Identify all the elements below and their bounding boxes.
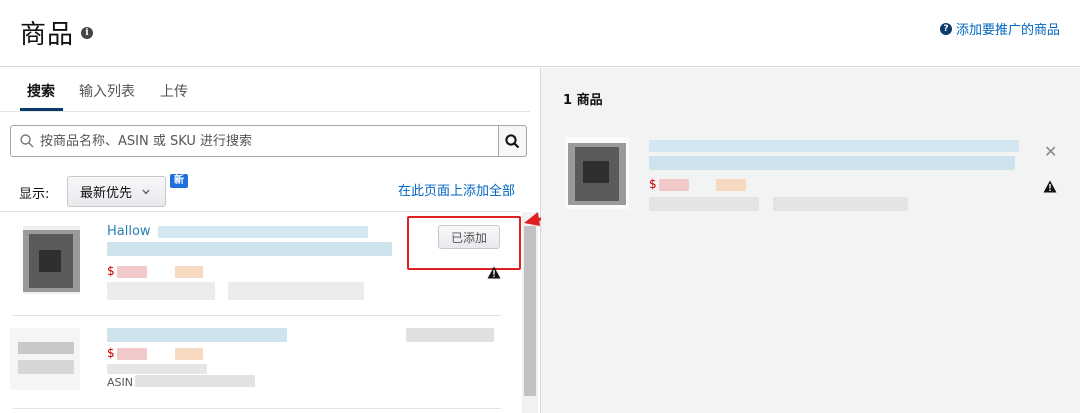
blurred-meta <box>107 364 207 374</box>
result-row: $ <box>0 316 521 413</box>
scrollbar-thumb[interactable] <box>524 226 536 396</box>
product-thumbnail <box>23 226 80 294</box>
tab-upload[interactable]: 上传 <box>160 81 188 101</box>
blurred-rating <box>716 179 746 191</box>
remove-item-button[interactable]: ✕ <box>1044 142 1057 161</box>
blurred-asin <box>107 282 215 300</box>
price-symbol: $ <box>107 264 115 278</box>
add-all-on-page-link[interactable]: 在此页面上添加全部 <box>398 180 515 199</box>
product-search-panel: 搜索 输入列表 上传 显示: 最新优先 新 在此页面上添加全部 Ha <box>0 68 541 413</box>
sort-dropdown[interactable]: 最新优先 <box>67 176 166 207</box>
product-thumbnail <box>10 328 80 390</box>
add-products-link[interactable]: ? 添加要推广的商品 <box>939 19 1060 38</box>
blurred-rating <box>175 266 203 278</box>
new-badge: 新 <box>170 174 188 188</box>
price-symbol: $ <box>107 346 115 360</box>
blurred-rating <box>175 348 203 360</box>
tab-search[interactable]: 搜索 <box>27 81 55 101</box>
blurred-sku <box>228 282 364 300</box>
asin-label: ASIN <box>107 376 133 389</box>
blurred-title <box>649 140 1019 152</box>
divider <box>13 408 501 409</box>
price-symbol: $ <box>649 177 657 191</box>
page-header: 商品 i ? 添加要推广的商品 <box>0 0 1080 67</box>
search-icon <box>20 134 34 148</box>
product-title[interactable]: Hallow <box>107 224 151 239</box>
warning-icon <box>487 266 501 279</box>
tab-enter-list[interactable]: 输入列表 <box>79 81 135 101</box>
add-products-link-label: 添加要推广的商品 <box>955 23 1060 38</box>
blurred-price <box>659 179 689 191</box>
help-icon: ? <box>939 22 952 35</box>
blurred-status <box>406 328 494 342</box>
blurred-sku <box>773 197 908 211</box>
blurred-title <box>107 328 287 342</box>
search-icon <box>505 133 520 148</box>
search-button[interactable] <box>498 125 527 157</box>
warning-icon <box>1043 180 1057 193</box>
product-thumbnail <box>565 137 629 209</box>
blurred-asin <box>135 375 255 387</box>
page-title: 商品 <box>20 20 75 50</box>
divider <box>0 111 530 112</box>
selected-products-panel: 1 商品 $ ✕ <box>541 68 1080 413</box>
tab-bar: 搜索 输入列表 上传 <box>0 68 541 112</box>
sort-label: 显示: <box>19 187 50 202</box>
blurred-price <box>117 266 147 278</box>
info-icon[interactable]: i <box>81 27 93 39</box>
blurred-title <box>107 242 392 256</box>
sort-selected-value: 最新优先 <box>80 186 133 201</box>
scrollbar[interactable] <box>522 212 538 413</box>
blurred-price <box>117 348 147 360</box>
annotation-highlight-box <box>407 216 521 270</box>
blurred-asin <box>649 197 759 211</box>
blurred-title <box>158 226 368 238</box>
search-field[interactable] <box>10 125 499 157</box>
selected-count: 1 商品 <box>563 93 603 108</box>
search-input[interactable] <box>40 133 480 149</box>
chevron-down-icon <box>142 189 150 194</box>
blurred-title <box>649 156 1015 170</box>
